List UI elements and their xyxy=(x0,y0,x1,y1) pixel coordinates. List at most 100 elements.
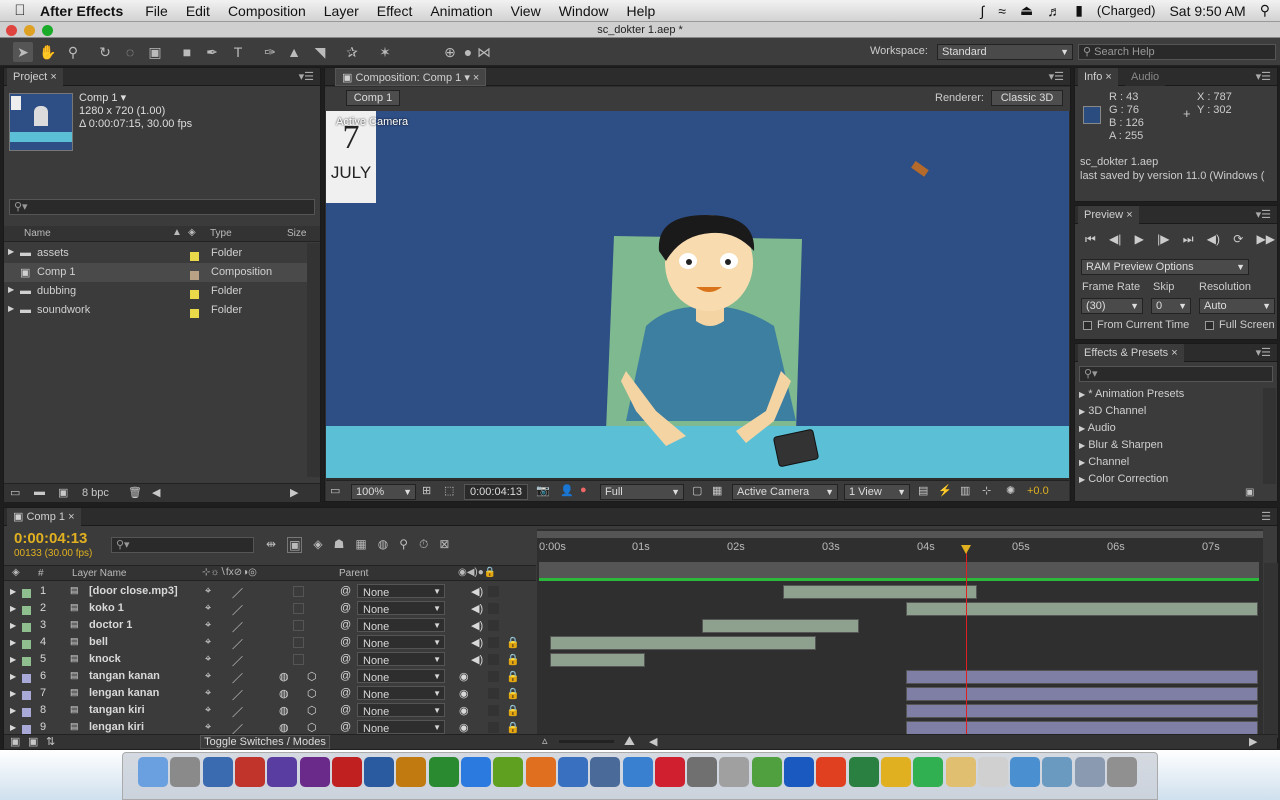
toggle-switches-modes-button[interactable]: Toggle Switches / Modes xyxy=(200,735,330,749)
video-eye-icon[interactable]: ◉ xyxy=(459,704,469,717)
channel-icon[interactable]: ● xyxy=(580,484,587,496)
snapshot-camera-icon[interactable]: 📷 xyxy=(536,484,550,497)
pick-whip-icon[interactable]: @ xyxy=(340,602,351,614)
panel-menu-icon[interactable]: ☰ xyxy=(1261,510,1271,523)
dock-icon-ae[interactable]: Ae xyxy=(267,757,298,787)
dock-icon-utility[interactable]: Utility xyxy=(493,757,524,787)
selection-tool-icon[interactable]: ➤ xyxy=(13,42,33,62)
audio-speaker-icon[interactable]: ◀) xyxy=(471,653,483,666)
dock-icon-x[interactable]: X xyxy=(848,757,879,787)
solo-switch[interactable] xyxy=(488,654,499,665)
tab-effects-presets[interactable]: Effects & Presets × xyxy=(1078,344,1184,362)
layer-name[interactable]: bell xyxy=(89,636,108,648)
panel-menu-icon[interactable]: ▾☰ xyxy=(1256,208,1271,221)
playhead[interactable] xyxy=(965,545,967,735)
timeline-track-area[interactable]: 0:00s 01s 02s 03s 04s 05s 06s 07s xyxy=(537,529,1263,737)
volume-icon[interactable]: ♬ xyxy=(1047,3,1061,19)
lock-icon[interactable]: ▣ xyxy=(342,72,352,84)
layer-name[interactable]: lengan kanan xyxy=(89,687,159,699)
lock-icon[interactable]: 🔒 xyxy=(506,721,520,734)
layer-name[interactable]: [door close.mp3] xyxy=(89,585,178,597)
video-eye-icon[interactable]: ◉ xyxy=(459,687,469,700)
panel-menu-icon[interactable]: ▾☰ xyxy=(1256,70,1271,83)
dock-icon-box[interactable]: Box xyxy=(590,757,621,787)
layer-name[interactable]: tangan kiri xyxy=(89,704,145,716)
parent-select[interactable]: None ▼ xyxy=(357,720,445,735)
menu-effect[interactable]: Effect xyxy=(377,3,413,19)
disclosure-triangle-icon[interactable]: ▶ xyxy=(8,285,14,294)
pick-whip-icon[interactable]: @ xyxy=(340,670,351,682)
layer-row[interactable]: ▶ 4 ▤ bell ⌖ ／ @ None ▼ ◀) 🔒 xyxy=(4,634,541,651)
new-bin-icon[interactable]: ▣ xyxy=(1245,487,1254,498)
from-current-time-checkbox[interactable] xyxy=(1083,321,1092,330)
frame-rate-select[interactable]: (30) ▼ xyxy=(1081,298,1143,314)
panel-menu-icon[interactable]: ▾☰ xyxy=(299,70,314,83)
project-item[interactable]: ▶ ▬ assets Folder xyxy=(4,244,307,263)
ram-preview-icon[interactable]: ▶▶ xyxy=(1257,232,1275,247)
effects-category[interactable]: ▶ Audio xyxy=(1079,422,1116,434)
column-name[interactable]: Name xyxy=(24,228,51,239)
effects-category[interactable]: ▶ Blur & Sharpen xyxy=(1079,439,1163,451)
apple-icon[interactable]:  xyxy=(0,2,40,19)
quality-switch-icon[interactable]: ／ xyxy=(232,704,243,720)
grid-icon[interactable]: ⊞ xyxy=(422,484,431,497)
shy-switch-icon[interactable]: ⌖ xyxy=(205,721,211,734)
fast-previews-icon[interactable]: ⚡ xyxy=(938,484,952,497)
layer-name[interactable]: koko 1 xyxy=(89,602,124,614)
dock-icon-dashboard[interactable]: Dashboard xyxy=(170,757,201,787)
flowchart-icon[interactable]: ⊹ xyxy=(982,484,991,497)
dock-icon-l[interactable]: L xyxy=(913,757,944,787)
interpret-footage-icon[interactable]: ▭ xyxy=(10,486,20,499)
menu-layer[interactable]: Layer xyxy=(324,3,359,19)
effects-category[interactable]: ▶ Color Correction xyxy=(1079,473,1168,485)
local-axis-icon[interactable]: ⊕ xyxy=(440,42,460,62)
transfer-controls-icon[interactable]: ▣ xyxy=(28,735,38,748)
quality-switch-icon[interactable]: ／ xyxy=(232,687,243,703)
dock-icon-finder[interactable]: Finder xyxy=(138,757,168,787)
dock-icon-calculator[interactable]: Calculator xyxy=(687,757,718,787)
disclosure-triangle-icon[interactable]: ▶ xyxy=(1079,458,1085,467)
new-folder-icon[interactable]: ▬ xyxy=(34,486,45,498)
layer-row[interactable]: ▶ 6 ▤ tangan kanan ⌖ ／ ◍ ⬡ @ None ▼ ◉ 🔒 xyxy=(4,668,541,685)
pick-whip-icon[interactable]: @ xyxy=(340,585,351,597)
disclosure-triangle-icon[interactable]: ▶ xyxy=(8,247,14,256)
exposure-value[interactable]: +0.0 xyxy=(1027,485,1049,497)
time-navigator[interactable] xyxy=(539,562,1259,578)
layer-switches-icon[interactable]: ▣ xyxy=(10,735,20,748)
dock-icon-notes[interactable]: Notes xyxy=(945,757,976,787)
menu-animation[interactable]: Animation xyxy=(430,3,492,19)
dock-icon-documents[interactable]: Documents xyxy=(977,757,1008,787)
disclosure-triangle-icon[interactable]: ▶ xyxy=(1079,475,1085,484)
video-eye-icon[interactable]: ◉ xyxy=(459,721,469,734)
disclosure-triangle-icon[interactable]: ▶ xyxy=(1079,424,1085,433)
eraser-tool-icon[interactable]: ◥ xyxy=(310,42,330,62)
dock-icon-screen[interactable]: Screen xyxy=(1074,757,1105,787)
layer-name[interactable]: doctor 1 xyxy=(89,619,132,631)
skip-select[interactable]: 0 ▼ xyxy=(1151,298,1191,314)
project-scrollbar[interactable] xyxy=(307,243,320,477)
layer-row[interactable]: ▶ 2 ▤ koko 1 ⌖ ／ @ None ▼ ◀) xyxy=(4,600,541,617)
dock-icon-w[interactable]: W xyxy=(784,757,814,787)
audio-speaker-icon[interactable]: ◀) xyxy=(471,636,483,649)
shy-switch-icon[interactable]: ⌖ xyxy=(205,636,211,649)
dock-icon-app-store[interactable]: App Store xyxy=(461,757,491,787)
panel-menu-icon[interactable]: ▾☰ xyxy=(1256,346,1271,359)
menu-help[interactable]: Help xyxy=(627,3,656,19)
last-frame-icon[interactable]: ⏭ xyxy=(1183,232,1194,247)
zoom-in-icon[interactable]: ⛰ xyxy=(624,733,635,749)
shy-switch-icon[interactable]: ⌖ xyxy=(205,653,211,666)
parent-select[interactable]: None ▼ xyxy=(357,686,445,701)
disclosure-triangle-icon[interactable]: ▶ xyxy=(10,621,16,630)
timeline-timecode[interactable]: 0:00:04:13 xyxy=(14,530,87,547)
3d-layer-icon[interactable]: ⬡ xyxy=(307,721,317,734)
disclosure-triangle-icon[interactable]: ▶ xyxy=(10,689,16,698)
timeline-scrollbar[interactable] xyxy=(1264,563,1278,738)
3d-layer-icon[interactable]: ⬡ xyxy=(307,687,317,700)
parent-select[interactable]: None ▼ xyxy=(357,584,445,599)
hide-shy-icon[interactable]: ☗ xyxy=(334,537,345,553)
clock[interactable]: Sat 9:50 AM xyxy=(1169,3,1245,19)
quality-switch-icon[interactable]: ／ xyxy=(232,619,243,635)
close-icon[interactable]: × xyxy=(1126,209,1132,221)
loop-icon[interactable]: ⟳ xyxy=(1233,232,1243,247)
zoom-slider[interactable] xyxy=(559,740,614,743)
